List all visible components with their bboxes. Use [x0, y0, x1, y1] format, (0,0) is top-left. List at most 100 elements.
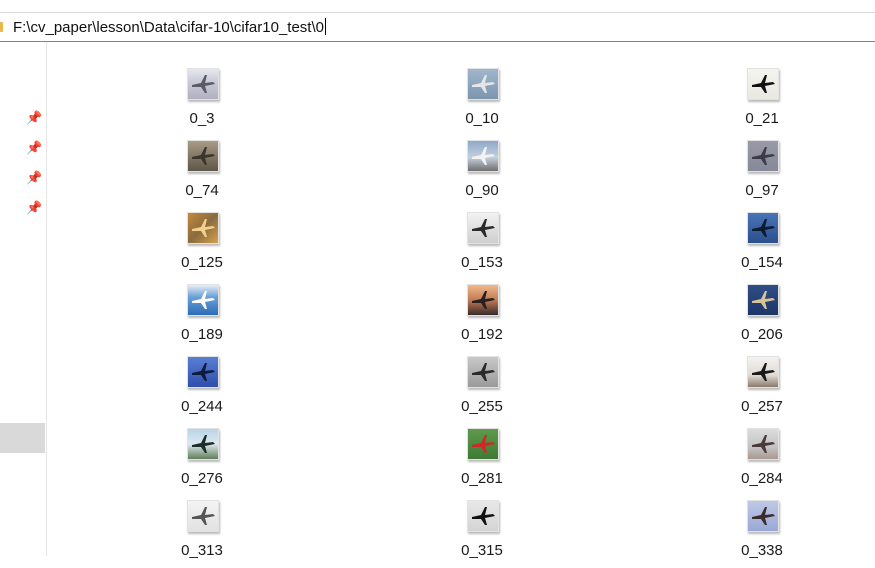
airplane-icon: [472, 75, 495, 93]
airplane-shape: [472, 219, 495, 237]
file-item[interactable]: 0_276: [152, 428, 252, 496]
airplane-shape: [752, 219, 775, 237]
airplane-icon: [752, 363, 775, 381]
airplane-shape: [752, 363, 775, 381]
airplane-icon: [752, 147, 775, 165]
navigation-pane: 📌 📌 📌 📌: [0, 42, 47, 556]
file-item[interactable]: 0_90: [432, 140, 532, 208]
file-item[interactable]: 0_244: [152, 356, 252, 424]
pin-icon[interactable]: 📌: [26, 200, 42, 216]
image-thumbnail: [187, 140, 219, 172]
image-thumbnail: [747, 140, 779, 172]
airplane-icon: [192, 75, 215, 93]
airplane-shape: [472, 363, 495, 381]
file-item[interactable]: 0_281: [432, 428, 532, 496]
image-thumbnail: [747, 68, 779, 100]
file-name-label: 0_189: [181, 326, 223, 343]
nav-item-selected[interactable]: [0, 423, 45, 453]
airplane-icon: [752, 219, 775, 237]
image-thumbnail: [467, 68, 499, 100]
file-item[interactable]: 0_10: [432, 68, 532, 136]
file-item[interactable]: 0_3: [152, 68, 252, 136]
file-name-label: 0_74: [185, 182, 219, 199]
text-caret: [325, 18, 326, 35]
airplane-shape: [192, 219, 215, 237]
airplane-icon: [752, 435, 775, 453]
image-thumbnail: [187, 68, 219, 100]
airplane-icon: [472, 363, 495, 381]
airplane-icon: [752, 507, 775, 525]
file-name-label: 0_192: [461, 326, 503, 343]
airplane-shape: [472, 75, 495, 93]
image-thumbnail: [467, 140, 499, 172]
file-item[interactable]: 0_153: [432, 212, 532, 280]
airplane-shape: [752, 75, 775, 93]
file-name-label: 0_281: [461, 470, 503, 487]
image-thumbnail: [467, 212, 499, 244]
airplane-shape: [752, 435, 775, 453]
airplane-shape: [192, 435, 215, 453]
file-item[interactable]: 0_255: [432, 356, 532, 424]
airplane-icon: [472, 147, 495, 165]
address-path-input[interactable]: F:\cv_paper\lesson\Data\cifar-10\cifar10…: [13, 18, 326, 38]
file-name-label: 0_10: [465, 110, 499, 127]
file-name-label: 0_153: [461, 254, 503, 271]
file-item[interactable]: 0_189: [152, 284, 252, 352]
image-thumbnail: [187, 212, 219, 244]
file-name-label: 0_21: [745, 110, 779, 127]
folder-icon: [0, 22, 3, 32]
pin-icon[interactable]: 📌: [26, 170, 42, 186]
file-name-label: 0_276: [181, 470, 223, 487]
file-name-label: 0_90: [465, 182, 499, 199]
file-item[interactable]: 0_313: [152, 500, 252, 568]
airplane-icon: [192, 507, 215, 525]
file-item[interactable]: 0_74: [152, 140, 252, 208]
file-name-label: 0_97: [745, 182, 779, 199]
file-name-label: 0_3: [189, 110, 215, 127]
file-item[interactable]: 0_125: [152, 212, 252, 280]
image-thumbnail: [467, 428, 499, 460]
airplane-icon: [192, 435, 215, 453]
file-item[interactable]: 0_315: [432, 500, 532, 568]
airplane-icon: [472, 219, 495, 237]
airplane-shape: [472, 507, 495, 525]
file-item[interactable]: 0_21: [712, 68, 812, 136]
image-thumbnail: [187, 356, 219, 388]
file-name-label: 0_313: [181, 542, 223, 559]
image-thumbnail: [467, 356, 499, 388]
file-grid: 0_3 0_10 0_21 0_74 0_90 0_97 0_125 0_153 0_154 0_…: [48, 42, 875, 559]
pin-icon[interactable]: 📌: [26, 140, 42, 156]
image-thumbnail: [187, 428, 219, 460]
airplane-shape: [752, 507, 775, 525]
file-item[interactable]: 0_206: [712, 284, 812, 352]
image-thumbnail: [187, 500, 219, 532]
file-item[interactable]: 0_154: [712, 212, 812, 280]
image-thumbnail: [747, 428, 779, 460]
image-thumbnail: [467, 284, 499, 316]
file-name-label: 0_206: [741, 326, 783, 343]
address-bar[interactable]: F:\cv_paper\lesson\Data\cifar-10\cifar10…: [0, 12, 875, 42]
pin-icon[interactable]: 📌: [26, 110, 42, 126]
file-item[interactable]: 0_97: [712, 140, 812, 208]
image-thumbnail: [747, 284, 779, 316]
airplane-icon: [192, 147, 215, 165]
file-item[interactable]: 0_192: [432, 284, 532, 352]
airplane-icon: [752, 291, 775, 309]
file-item[interactable]: 0_257: [712, 356, 812, 424]
airplane-icon: [752, 75, 775, 93]
airplane-shape: [752, 291, 775, 309]
airplane-icon: [472, 507, 495, 525]
airplane-icon: [192, 219, 215, 237]
airplane-shape: [472, 435, 495, 453]
airplane-icon: [472, 291, 495, 309]
file-item[interactable]: 0_284: [712, 428, 812, 496]
airplane-shape: [192, 363, 215, 381]
airplane-icon: [472, 435, 495, 453]
file-name-label: 0_257: [741, 398, 783, 415]
file-name-label: 0_315: [461, 542, 503, 559]
file-name-label: 0_125: [181, 254, 223, 271]
file-name-label: 0_284: [741, 470, 783, 487]
image-thumbnail: [747, 356, 779, 388]
airplane-icon: [192, 291, 215, 309]
file-item[interactable]: 0_338: [712, 500, 812, 568]
